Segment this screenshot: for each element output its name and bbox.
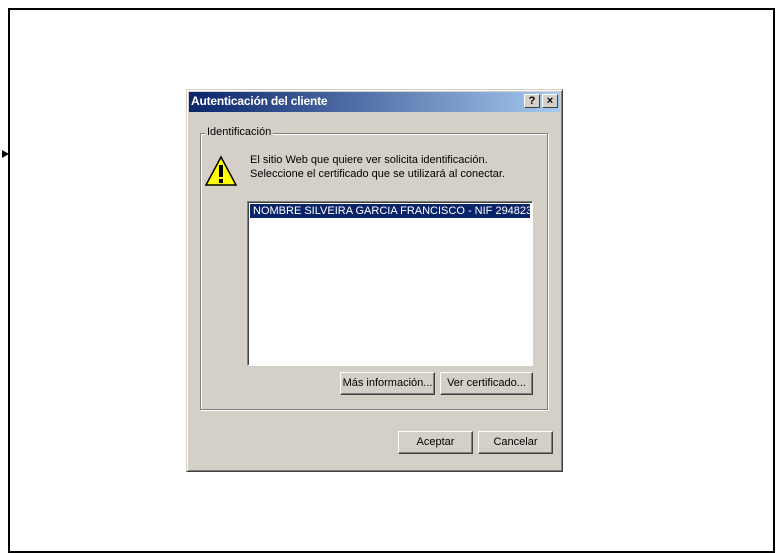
view-certificate-button[interactable]: Ver certificado... xyxy=(440,372,533,395)
message-line-2: Seleccione el certificado que se utiliza… xyxy=(250,168,505,180)
message-line-1: El sitio Web que quiere ver solicita ide… xyxy=(250,154,488,166)
help-button[interactable]: ? xyxy=(524,94,540,108)
more-info-button[interactable]: Más información... xyxy=(340,372,435,395)
certificate-list-item[interactable]: NOMBRE SILVEIRA GARCIA FRANCISCO - NIF 2… xyxy=(250,204,530,218)
dialog-titlebar[interactable]: Autenticación del cliente ? × xyxy=(189,92,560,112)
certificate-list[interactable]: NOMBRE SILVEIRA GARCIA FRANCISCO - NIF 2… xyxy=(247,201,533,366)
identification-legend: Identificación xyxy=(205,126,274,138)
warning-icon xyxy=(204,155,238,186)
dialog-title: Autenticación del cliente xyxy=(191,94,328,108)
identification-message: El sitio Web que quiere ver solicita ide… xyxy=(250,153,505,181)
pointer-arrow-icon xyxy=(2,150,9,158)
cancel-button[interactable]: Cancelar xyxy=(478,431,553,454)
accept-button[interactable]: Aceptar xyxy=(398,431,473,454)
close-button[interactable]: × xyxy=(542,94,558,108)
